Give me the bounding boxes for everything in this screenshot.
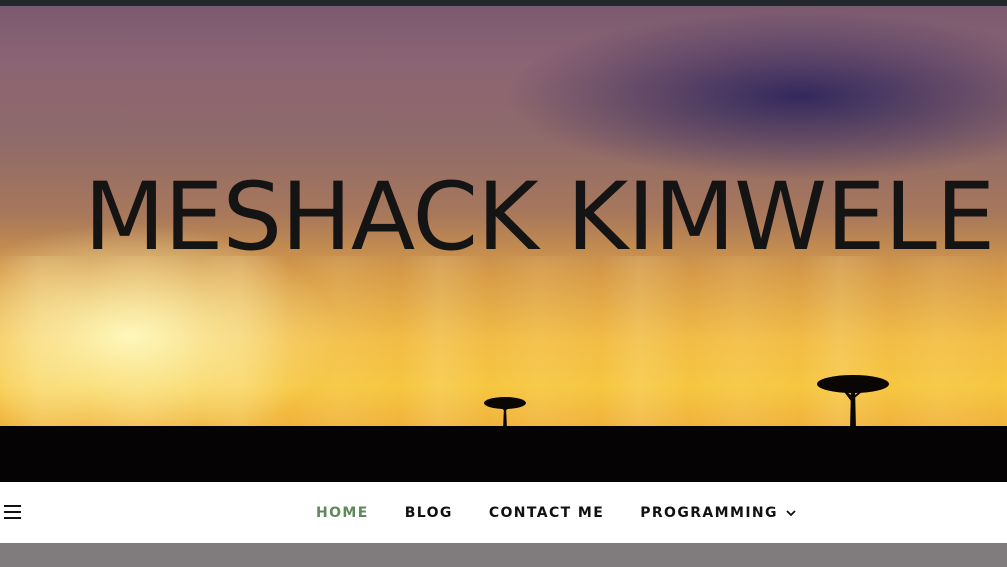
chevron-down-icon[interactable] — [786, 509, 796, 517]
nav-item-label: HOME — [316, 504, 369, 521]
header-banner: MESHACK KIMWELE — [0, 6, 1007, 482]
nav-item-label: PROGRAMMING — [640, 504, 778, 521]
nav-item-label: CONTACT ME — [488, 504, 605, 521]
acacia-tree-small — [484, 397, 526, 430]
nav-menu: HOME BLOG CONTACT ME PROGRAMMING — [0, 482, 1007, 543]
nav-item-label: BLOG — [404, 504, 453, 521]
site-title[interactable]: MESHACK KIMWELE — [84, 171, 995, 265]
savanna-ground — [0, 426, 1007, 482]
acacia-tree-large — [817, 375, 889, 430]
nav-item-blog[interactable]: BLOG — [405, 505, 453, 521]
nav-item-home[interactable]: HOME — [316, 505, 369, 521]
main-navigation: HOME BLOG CONTACT ME PROGRAMMING — [0, 482, 1007, 543]
nav-item-contact-me[interactable]: CONTACT ME — [489, 505, 604, 521]
nav-item-programming[interactable]: PROGRAMMING — [640, 505, 796, 521]
content-area — [0, 543, 1007, 567]
